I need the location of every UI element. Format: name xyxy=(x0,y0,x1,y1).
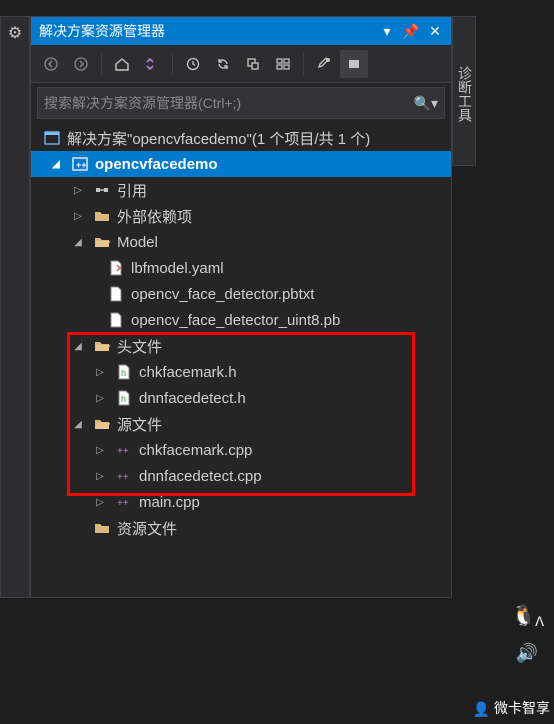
file-node[interactable]: opencv_face_detector.pbtxt xyxy=(31,281,451,307)
file-node[interactable]: ▷ ++ chkfacemark.cpp xyxy=(31,437,451,463)
panel-title: 解决方案资源管理器 xyxy=(39,21,165,41)
expand-icon[interactable]: ▷ xyxy=(93,497,107,508)
file-icon xyxy=(107,259,125,277)
search-input[interactable] xyxy=(44,95,414,111)
svg-text:++: ++ xyxy=(117,472,129,483)
qq-icon[interactable]: 🐧 xyxy=(511,603,536,628)
expand-icon[interactable]: ▷ xyxy=(71,185,85,196)
diagnostics-tab[interactable]: 诊断工具 xyxy=(452,16,476,166)
volume-icon[interactable]: 🔊 xyxy=(516,643,538,664)
folder-model[interactable]: ◢ Model xyxy=(31,229,451,255)
back-icon[interactable] xyxy=(37,50,65,78)
file-node[interactable]: ▷ h dnnfacedetect.h xyxy=(31,385,451,411)
left-sidebar: ⚙ xyxy=(0,16,30,598)
expand-icon[interactable]: ▷ xyxy=(93,471,107,482)
file-node[interactable]: lbfmodel.yaml xyxy=(31,255,451,281)
references-icon xyxy=(93,181,111,199)
scope-icon[interactable] xyxy=(239,50,267,78)
external-deps-node[interactable]: ▷ 外部依赖项 xyxy=(31,203,451,229)
folder-headers[interactable]: ◢ 头文件 xyxy=(31,333,451,359)
expand-icon[interactable]: ▷ xyxy=(71,211,85,222)
folder-open-icon xyxy=(93,337,111,355)
solution-explorer-panel: 解决方案资源管理器 ▾ 📌 ✕ 🔍▾ 解决方案"opencvfacedemo"(… xyxy=(30,16,452,598)
svg-text:h: h xyxy=(121,394,126,404)
svg-text:++: ++ xyxy=(117,446,129,457)
folder-open-icon xyxy=(93,233,111,251)
sync-icon[interactable] xyxy=(209,50,237,78)
file-node[interactable]: ▷ h chkfacemark.h xyxy=(31,359,451,385)
file-node[interactable]: opencv_face_detector_uint8.pb xyxy=(31,307,451,333)
dropdown-icon[interactable]: ▾ xyxy=(375,23,399,40)
folder-resources[interactable]: 资源文件 xyxy=(31,515,451,541)
cpp-file-icon: ++ xyxy=(115,467,133,485)
folder-sources[interactable]: ◢ 源文件 xyxy=(31,411,451,437)
svg-text:h: h xyxy=(121,368,126,378)
tree-view: 解决方案"opencvfacedemo"(1 个项目/共 1 个) ◢ ++ o… xyxy=(31,123,451,597)
settings-icon[interactable]: ⚙ xyxy=(8,23,22,43)
pin-icon[interactable]: 📌 xyxy=(399,23,423,40)
close-icon[interactable]: ✕ xyxy=(423,23,447,40)
cpp-file-icon: ++ xyxy=(115,493,133,511)
file-node[interactable]: ▷ ++ dnnfacedetect.cpp xyxy=(31,463,451,489)
header-file-icon: h xyxy=(115,363,133,381)
collapse-icon[interactable]: ◢ xyxy=(71,341,85,352)
forward-icon[interactable] xyxy=(67,50,95,78)
search-options-icon[interactable]: 🔍▾ xyxy=(414,95,438,112)
folder-icon xyxy=(93,519,111,537)
file-icon xyxy=(107,285,125,303)
properties-icon[interactable] xyxy=(310,50,338,78)
solution-icon xyxy=(43,129,61,147)
references-node[interactable]: ▷ 引用 xyxy=(31,177,451,203)
project-node[interactable]: ◢ ++ opencvfacedemo xyxy=(31,151,451,177)
watermark: 👤 微卡智享 xyxy=(473,698,550,718)
switch-views-icon[interactable] xyxy=(138,50,166,78)
file-node[interactable]: ▷ ++ main.cpp xyxy=(31,489,451,515)
history-icon[interactable] xyxy=(179,50,207,78)
expand-icon[interactable]: ▷ xyxy=(93,367,107,378)
chevron-up-icon[interactable]: ᐱ xyxy=(535,614,544,630)
folder-open-icon xyxy=(93,415,111,433)
search-bar[interactable]: 🔍▾ xyxy=(37,87,445,119)
expand-icon[interactable]: ▷ xyxy=(93,393,107,404)
show-all-icon[interactable] xyxy=(269,50,297,78)
folder-icon xyxy=(93,207,111,225)
expand-icon[interactable]: ▷ xyxy=(93,445,107,456)
panel-titlebar: 解决方案资源管理器 ▾ 📌 ✕ xyxy=(31,17,451,45)
project-icon: ++ xyxy=(71,155,89,173)
toolbar xyxy=(31,45,451,83)
header-file-icon: h xyxy=(115,389,133,407)
solution-node[interactable]: 解决方案"opencvfacedemo"(1 个项目/共 1 个) xyxy=(31,125,451,151)
home-icon[interactable] xyxy=(108,50,136,78)
collapse-icon[interactable]: ◢ xyxy=(71,419,85,430)
collapse-icon[interactable]: ◢ xyxy=(71,237,85,248)
svg-text:++: ++ xyxy=(117,498,129,509)
collapse-icon[interactable]: ◢ xyxy=(49,159,63,170)
file-icon xyxy=(107,311,125,329)
cpp-file-icon: ++ xyxy=(115,441,133,459)
preview-icon[interactable] xyxy=(340,50,368,78)
svg-text:++: ++ xyxy=(76,160,87,170)
